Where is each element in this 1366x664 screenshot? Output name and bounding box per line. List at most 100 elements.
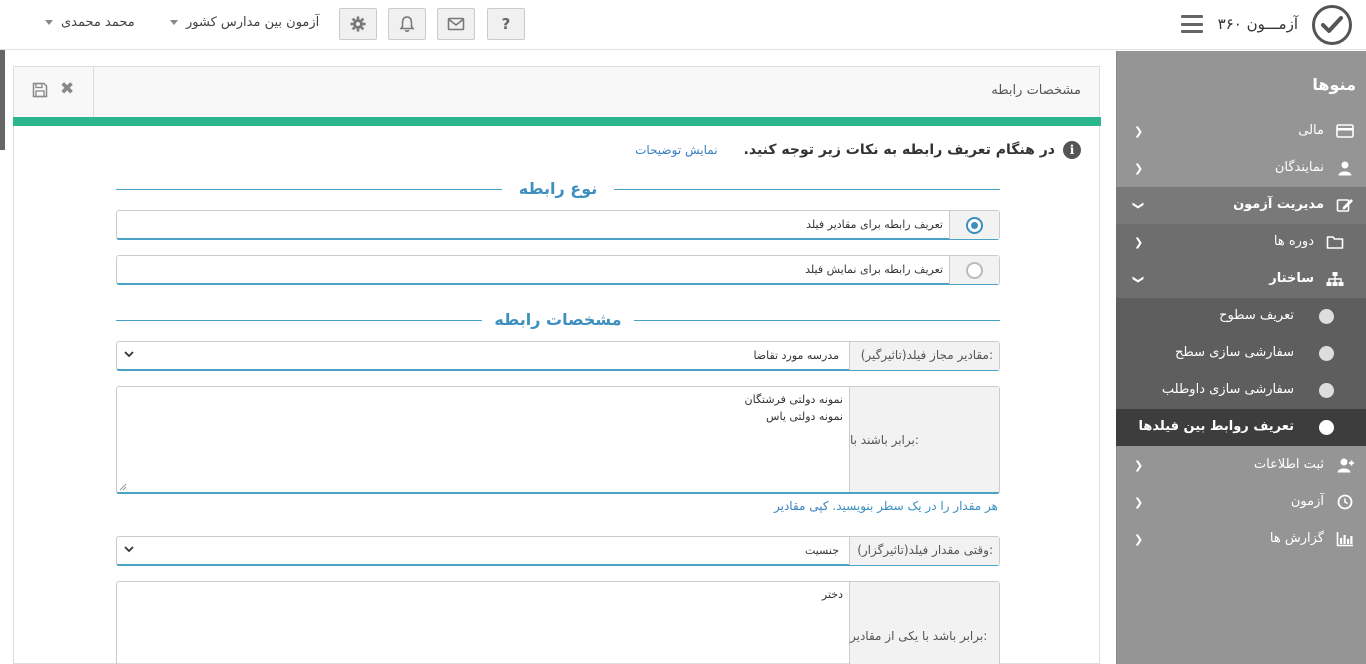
sidebar-item-define-levels[interactable]: تعریف سطوح	[1116, 298, 1366, 335]
sidebar-item-customize-candidate[interactable]: سفارشی سازی داوطلب	[1116, 372, 1366, 409]
sidebar-item-label: ساختار	[1269, 271, 1314, 286]
credit-card-icon	[1336, 124, 1354, 138]
save-icon[interactable]	[32, 82, 48, 98]
field-label: وقتی مقدار فیلد(تاثیرگزار):	[849, 537, 999, 565]
school-menu-label: آزمون بین مدارس کشور	[186, 15, 320, 30]
sidebar-item-agents[interactable]: نمایندگان ❯	[1116, 150, 1366, 187]
edit-icon	[1336, 199, 1353, 212]
sidebar-item-label: تعریف روابط بین فیلدها	[1138, 419, 1295, 434]
radio-unselected-icon[interactable]	[966, 261, 983, 279]
relation-panel: ✖ مشخصات رابطه i در هنگام تعریف رابطه به…	[13, 66, 1101, 664]
field-value: مدرسه مورد تقاضا	[753, 349, 839, 362]
chevron-left-icon: ❯	[1134, 125, 1144, 138]
sidebar-item-label: مدیریت آزمون	[1233, 197, 1324, 212]
allowed-values-textarea[interactable]: برابر باشند با: نمونه دولتی فرشتگان نمون…	[116, 386, 1000, 494]
field-label: مقادیر مجاز فیلد(تاثیرگیر):	[849, 342, 999, 370]
panel-header: ✖ مشخصات رابطه	[14, 67, 1099, 117]
user-menu-label: محمد محمدی	[61, 15, 135, 30]
clock-icon	[1337, 494, 1353, 510]
radio-label: تعریف رابطه برای نمایش فیلد	[805, 263, 943, 276]
bullet-icon	[1319, 383, 1334, 398]
sidebar-item-label: نمایندگان	[1274, 160, 1324, 175]
panel-title: مشخصات رابطه	[991, 83, 1081, 98]
user-plus-icon	[1337, 458, 1354, 473]
help-label: ?	[501, 15, 511, 33]
textarea-content[interactable]: دختر	[822, 586, 843, 603]
chevron-left-icon: ❯	[1134, 236, 1144, 249]
affecting-field-select[interactable]: وقتی مقدار فیلد(تاثیرگزار): جنسیت	[116, 536, 1000, 566]
sidebar-item-label: تعریف سطوح	[1219, 308, 1294, 323]
textarea-line: نمونه دولتی فرشتگان	[744, 393, 843, 406]
field-value: جنسیت	[804, 544, 839, 557]
settings-button[interactable]	[339, 8, 377, 40]
radio-field-values[interactable]: تعریف رابطه برای مقادیر فیلد	[116, 210, 1000, 240]
section-relation-type: نوع رابطه	[116, 179, 1000, 199]
copy-values-link[interactable]: کپی مقادیر	[774, 499, 829, 513]
radio-label: تعریف رابطه برای مقادیر فیلد	[806, 218, 943, 231]
messages-button[interactable]	[437, 8, 475, 40]
left-edge-strip	[0, 50, 5, 150]
radio-field-display[interactable]: تعریف رابطه برای نمایش فیلد	[116, 255, 1000, 285]
help-button[interactable]: ?	[487, 8, 525, 40]
agent-icon	[1338, 161, 1352, 176]
sidebar-title: منوها	[1312, 75, 1356, 94]
textarea-label: برابر باشد با یکی از مقادیر:	[849, 582, 999, 664]
sidebar-item-label: گزارش ها	[1269, 531, 1324, 546]
bar-chart-icon	[1336, 532, 1353, 547]
sitemap-icon	[1326, 272, 1344, 286]
chevron-down-icon: ❯	[1132, 274, 1146, 285]
sidebar-item-exam-management[interactable]: مدیریت آزمون ❯	[1116, 187, 1366, 224]
textarea-line: نمونه دولتی یاس	[766, 410, 843, 423]
sidebar-item-data-entry[interactable]: ثبت اطلاعات ❯	[1116, 447, 1366, 484]
help-line: هر مقدار را در یک سطر بنویسید. کپی مقادی…	[774, 499, 998, 513]
chevron-left-icon: ❯	[1134, 496, 1144, 509]
textarea-content[interactable]: نمونه دولتی فرشتگان نمونه دولتی یاس	[745, 391, 843, 425]
top-bar: آزمـــون ۳۶۰ ? آزمون بین مدارس کشور محمد…	[0, 0, 1366, 50]
sidebar-item-customize-level[interactable]: سفارشی سازی سطح	[1116, 335, 1366, 372]
notifications-button[interactable]	[388, 8, 426, 40]
accent-bar	[13, 117, 1101, 126]
envelope-icon	[447, 17, 465, 31]
sidebar-item-reports[interactable]: گزارش ها ❯	[1116, 521, 1366, 558]
textarea-line: دختر	[821, 588, 843, 601]
sidebar-item-courses[interactable]: دوره ها ❯	[1116, 224, 1366, 261]
user-menu[interactable]: محمد محمدی	[45, 15, 135, 30]
sidebar: منوها مالی ❯ نمایندگان ❯ مدیریت آزمون ❯ …	[1116, 51, 1366, 664]
sidebar-item-field-relations[interactable]: تعریف روابط بین فیلدها	[1116, 409, 1366, 446]
section-title: نوع رابطه	[518, 179, 598, 198]
chevron-down-icon: ❯	[1132, 200, 1146, 211]
chevron-down-icon[interactable]	[123, 543, 135, 555]
notice: i در هنگام تعریف رابطه به نکات زیر توجه …	[635, 141, 1081, 159]
chevron-left-icon: ❯	[1134, 533, 1144, 546]
chevron-down-icon	[170, 20, 178, 25]
chevron-down-icon	[45, 20, 53, 25]
chevron-down-icon[interactable]	[123, 348, 135, 360]
school-menu[interactable]: آزمون بین مدارس کشور	[170, 15, 319, 30]
folder-icon	[1326, 236, 1344, 249]
gear-icon	[350, 16, 366, 32]
trigger-values-textarea[interactable]: برابر باشد با یکی از مقادیر: دختر	[116, 581, 1000, 664]
resize-grip-icon[interactable]	[119, 483, 127, 491]
notice-text: در هنگام تعریف رابطه به نکات زیر توجه کن…	[743, 142, 1055, 158]
close-icon[interactable]: ✖	[60, 79, 74, 99]
menu-toggle-icon[interactable]	[1181, 15, 1203, 33]
sidebar-item-finance[interactable]: مالی ❯	[1116, 113, 1366, 150]
logo-check-icon	[1312, 5, 1352, 45]
radio-box[interactable]	[949, 211, 999, 239]
bullet-icon	[1319, 346, 1334, 361]
show-details-link[interactable]: نمایش توضیحات	[635, 143, 717, 157]
bullet-icon	[1319, 309, 1334, 324]
help-text: هر مقدار را در یک سطر بنویسید.	[832, 499, 998, 513]
textarea-label: برابر باشند با:	[849, 387, 999, 492]
section-relation-spec: مشخصات رابطه	[116, 310, 1000, 330]
sidebar-item-exam[interactable]: آزمون ❯	[1116, 484, 1366, 521]
app-title: آزمـــون ۳۶۰	[1217, 15, 1298, 33]
radio-selected-icon[interactable]	[966, 216, 983, 234]
sidebar-item-label: آزمون	[1290, 494, 1324, 509]
section-title: مشخصات رابطه	[494, 310, 622, 329]
panel-tools: ✖	[14, 67, 94, 117]
radio-box[interactable]	[949, 256, 999, 284]
sidebar-item-structure[interactable]: ساختار ❯	[1116, 261, 1366, 298]
sidebar-item-label: مالی	[1298, 123, 1324, 138]
affected-field-select[interactable]: مقادیر مجاز فیلد(تاثیرگیر): مدرسه مورد ت…	[116, 341, 1000, 371]
